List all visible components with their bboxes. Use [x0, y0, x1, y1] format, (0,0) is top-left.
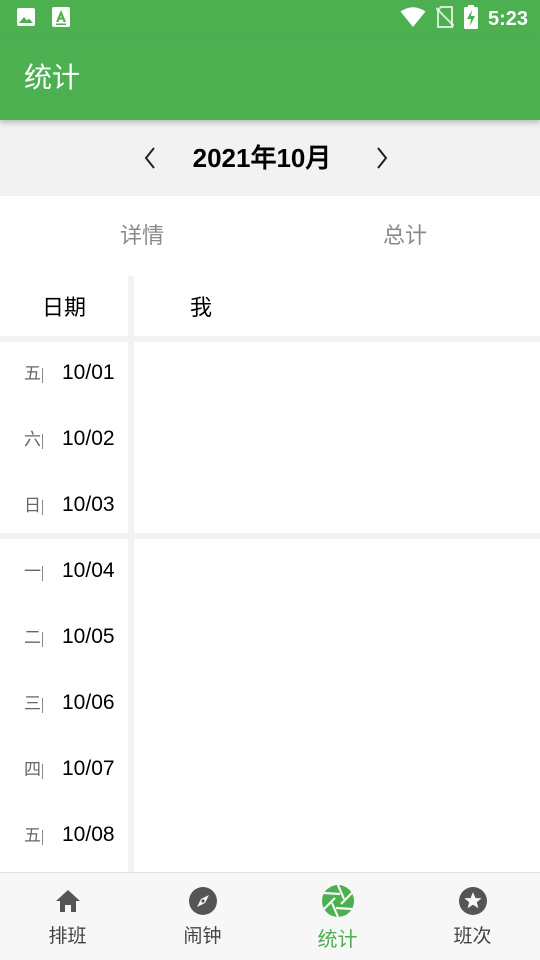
person-column-header: 我	[190, 296, 213, 321]
image-notification-icon	[16, 7, 36, 31]
table-row[interactable]: 五 10/01	[0, 342, 128, 408]
nav-item-schedule[interactable]: 排班	[0, 873, 135, 960]
compass-icon	[187, 885, 219, 917]
chevron-left-icon	[144, 147, 155, 169]
chevron-right-icon	[377, 147, 388, 169]
nav-item-statistics[interactable]: 统计	[270, 873, 405, 960]
table-row[interactable]: 一 10/04	[0, 540, 128, 606]
weekday-label: 二	[24, 628, 41, 648]
status-time: 5:23	[487, 8, 528, 30]
view-tabs: 详情 总计	[0, 196, 540, 272]
date-label: 10/01	[62, 361, 115, 384]
battery-charging-icon	[463, 5, 478, 33]
date-label: 10/06	[62, 691, 115, 714]
table-row[interactable]: 三 10/06	[0, 672, 128, 738]
weekday-separator	[42, 368, 43, 383]
week-divider	[0, 533, 540, 539]
month-title: 2021年10月	[192, 143, 332, 173]
date-label: 10/05	[62, 625, 115, 648]
nav-label: 统计	[317, 927, 358, 951]
month-navigator: 2021年10月	[0, 120, 540, 196]
column-divider	[128, 276, 134, 872]
weekday-separator	[42, 830, 43, 845]
weekday-separator	[42, 764, 43, 779]
date-label: 10/07	[62, 757, 115, 780]
weekday-separator	[42, 566, 43, 581]
bottom-navigation: 排班 闹钟 统计 班次	[0, 872, 540, 960]
stats-table: 日期 我 五 10/01 六 10/02 日 10/03 一 10/04 二 1…	[0, 276, 540, 872]
nav-label: 排班	[48, 925, 87, 947]
table-row[interactable]: 六 10/02	[0, 408, 128, 474]
table-row[interactable]: 五 10/08	[0, 804, 128, 870]
tab-summary[interactable]: 总计	[270, 196, 540, 272]
weekday-separator	[42, 698, 43, 713]
weekday-label: 日	[24, 496, 41, 516]
star-circle-icon	[457, 885, 489, 917]
status-bar: 5:23	[0, 0, 540, 36]
page-title: 统计	[24, 61, 81, 94]
nav-item-alarm[interactable]: 闹钟	[135, 873, 270, 960]
aperture-icon	[320, 883, 356, 919]
weekday-separator	[42, 434, 43, 449]
no-sim-icon	[435, 6, 455, 32]
weekday-label: 五	[24, 364, 41, 384]
weekday-separator	[42, 632, 43, 647]
nav-label: 闹钟	[183, 925, 222, 947]
date-label: 10/08	[62, 823, 115, 846]
app-bar: 统计	[0, 36, 540, 120]
nav-label: 班次	[453, 925, 492, 947]
date-label: 10/04	[62, 559, 115, 582]
weekday-label: 三	[24, 694, 41, 714]
weekday-label: 六	[24, 430, 41, 450]
date-label: 10/02	[62, 427, 115, 450]
next-month-button[interactable]	[364, 142, 400, 174]
table-row[interactable]: 日 10/03	[0, 474, 128, 540]
home-icon	[52, 885, 84, 917]
weekday-separator	[42, 500, 43, 515]
table-row[interactable]: 二 10/05	[0, 606, 128, 672]
wifi-icon	[400, 6, 426, 32]
tab-details[interactable]: 详情	[12, 196, 272, 272]
date-label: 10/03	[62, 493, 115, 516]
weekday-label: 五	[24, 826, 41, 846]
nav-item-shifts[interactable]: 班次	[405, 873, 540, 960]
weekday-label: 四	[24, 760, 41, 780]
weekday-label: 一	[24, 562, 41, 582]
date-column-header: 日期	[41, 296, 86, 321]
app-notification-icon	[52, 7, 70, 31]
table-row[interactable]: 四 10/07	[0, 738, 128, 804]
